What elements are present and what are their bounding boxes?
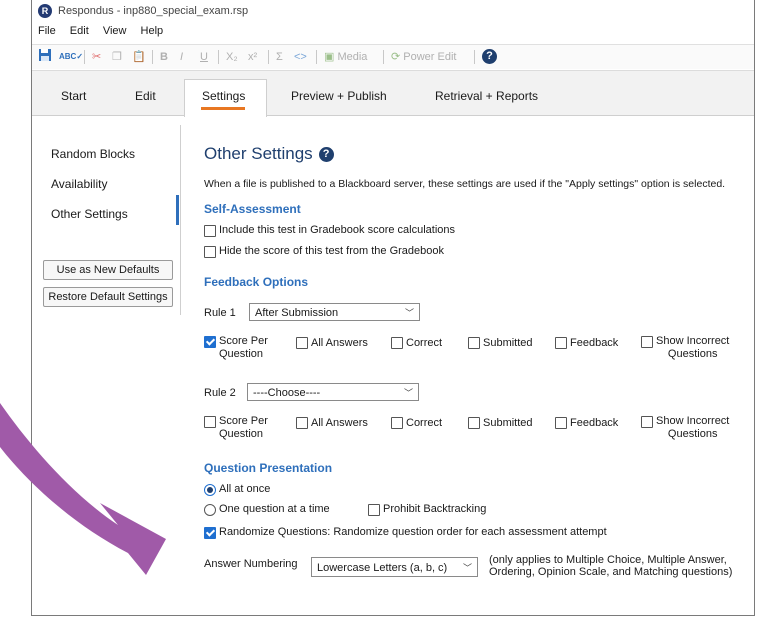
copy-icon[interactable]: ❐ [112,48,122,66]
spellcheck-icon[interactable]: ABC✓ [59,48,83,66]
hide-score-checkbox[interactable] [204,246,216,258]
power-edit-icon: ⟳ [391,51,401,63]
menu-bar: File Edit View Help [32,25,168,41]
media-icon: ▣ [324,51,335,63]
hide-score-label: Hide the score of this test from the Gra… [219,245,445,257]
media-button[interactable]: ▣ Media [324,48,367,66]
restore-default-settings-button[interactable]: Restore Default Settings [43,287,173,307]
rule2-feedback-checkbox[interactable] [555,417,567,429]
power-edit-button[interactable]: ⟳ Power Edit [391,48,456,66]
include-gradebook-label: Include this test in Gradebook score cal… [219,224,456,236]
code-icon[interactable]: <> [294,48,307,66]
help-icon[interactable]: ? [482,49,497,64]
italic-icon[interactable]: I [180,48,183,66]
superscript-icon[interactable]: x² [248,48,257,66]
menu-help[interactable]: Help [141,25,164,37]
all-at-once-label: All at once [219,483,271,495]
title-bar: R Respondus - inp880_special_exam.rsp [32,0,754,22]
rule1-feedback-checkbox[interactable] [555,337,567,349]
menu-edit[interactable]: Edit [70,25,89,37]
ribbon-tabs: Start Edit Settings Preview + Publish Re… [32,70,754,117]
rule2-select[interactable]: ----Choose---- ﹀ [247,383,419,401]
tab-edit[interactable]: Edit [135,89,156,103]
rule2-all-answers-checkbox[interactable] [296,417,308,429]
chevron-down-icon: ﹀ [462,563,472,573]
answer-numbering-label: Answer Numbering [204,558,298,570]
underline-icon[interactable]: U [200,48,208,66]
randomize-questions-label: Randomize Questions: Randomize question … [219,526,607,538]
rule1-label: Rule 1 [204,307,236,319]
prohibit-backtracking-label: Prohibit Backtracking [383,503,487,515]
tab-preview-publish[interactable]: Preview + Publish [291,89,387,103]
sidebar-divider [180,125,181,315]
prohibit-backtracking-checkbox[interactable] [368,504,380,516]
rule2-show-incorrect-label: Show Incorrect Questions [656,415,730,440]
paste-icon[interactable]: 📋 [132,48,146,66]
rule1-correct-checkbox[interactable] [391,337,403,349]
self-assessment-heading: Self-Assessment [204,202,301,216]
rule1-show-incorrect-checkbox[interactable] [641,336,653,348]
annotation-arrow-icon [0,403,166,575]
intro-text: When a file is published to a Blackboard… [204,178,726,190]
chevron-down-icon: ﹀ [403,388,413,398]
feedback-options-heading: Feedback Options [204,275,309,289]
toolbar: ABC✓ ✂ ❐ 📋 B I U X₂ x² Σ <> ▣ Media ⟳ Po… [32,44,754,69]
rule1-submitted-label: Submitted [483,337,533,349]
page-title: Other Settings? [204,144,334,164]
rule1-correct-label: Correct [406,337,443,349]
sidebar-item-availability[interactable]: Availability [51,177,107,191]
rule2-submitted-checkbox[interactable] [468,417,480,429]
rule2-correct-label: Correct [406,417,443,429]
cut-icon[interactable]: ✂ [92,48,101,66]
menu-view[interactable]: View [103,25,127,37]
answer-numbering-select[interactable]: Lowercase Letters (a, b, c) ﹀ [311,557,478,577]
active-tab-underline [201,107,245,110]
rule2-score-per-question-label: Score Per Question [219,415,268,440]
rule2-all-answers-label: All Answers [311,417,368,429]
use-as-new-defaults-button[interactable]: Use as New Defaults [43,260,173,280]
rule2-show-incorrect-checkbox[interactable] [641,416,653,428]
rule1-all-answers-checkbox[interactable] [296,337,308,349]
rule1-select[interactable]: After Submission ﹀ [249,303,420,321]
chevron-down-icon: ﹀ [404,308,414,318]
rule1-score-per-question-checkbox[interactable] [204,336,216,348]
answer-numbering-note: (only applies to Multiple Choice, Multip… [489,554,733,578]
tab-settings-label: Settings [202,89,246,103]
respondus-logo-icon: R [38,4,52,18]
save-icon[interactable] [38,48,52,66]
rule1-submitted-checkbox[interactable] [468,337,480,349]
menu-file[interactable]: File [38,25,56,37]
rule2-submitted-label: Submitted [483,417,533,429]
equation-icon[interactable]: Σ [276,48,283,66]
rule1-feedback-label: Feedback [570,337,619,349]
tab-settings[interactable]: Settings [184,79,267,117]
one-question-at-a-time-label: One question at a time [219,503,330,515]
rule1-score-per-question-label: Score Per Question [219,335,268,360]
window-title: Respondus - inp880_special_exam.rsp [58,5,249,17]
tab-start[interactable]: Start [61,89,86,103]
sidebar-active-indicator [176,195,179,225]
sidebar-item-random-blocks[interactable]: Random Blocks [51,147,135,161]
tab-retrieval-reports[interactable]: Retrieval + Reports [435,89,538,103]
rule2-feedback-label: Feedback [570,417,619,429]
rule2-correct-checkbox[interactable] [391,417,403,429]
rule1-all-answers-label: All Answers [311,337,368,349]
question-presentation-heading: Question Presentation [204,461,333,475]
sidebar-item-other-settings[interactable]: Other Settings [51,207,128,221]
rule1-show-incorrect-label: Show Incorrect Questions [656,335,730,360]
help-icon[interactable]: ? [318,147,334,162]
bold-icon[interactable]: B [160,48,168,66]
include-gradebook-checkbox[interactable] [204,225,216,237]
subscript-icon[interactable]: X₂ [226,48,238,66]
